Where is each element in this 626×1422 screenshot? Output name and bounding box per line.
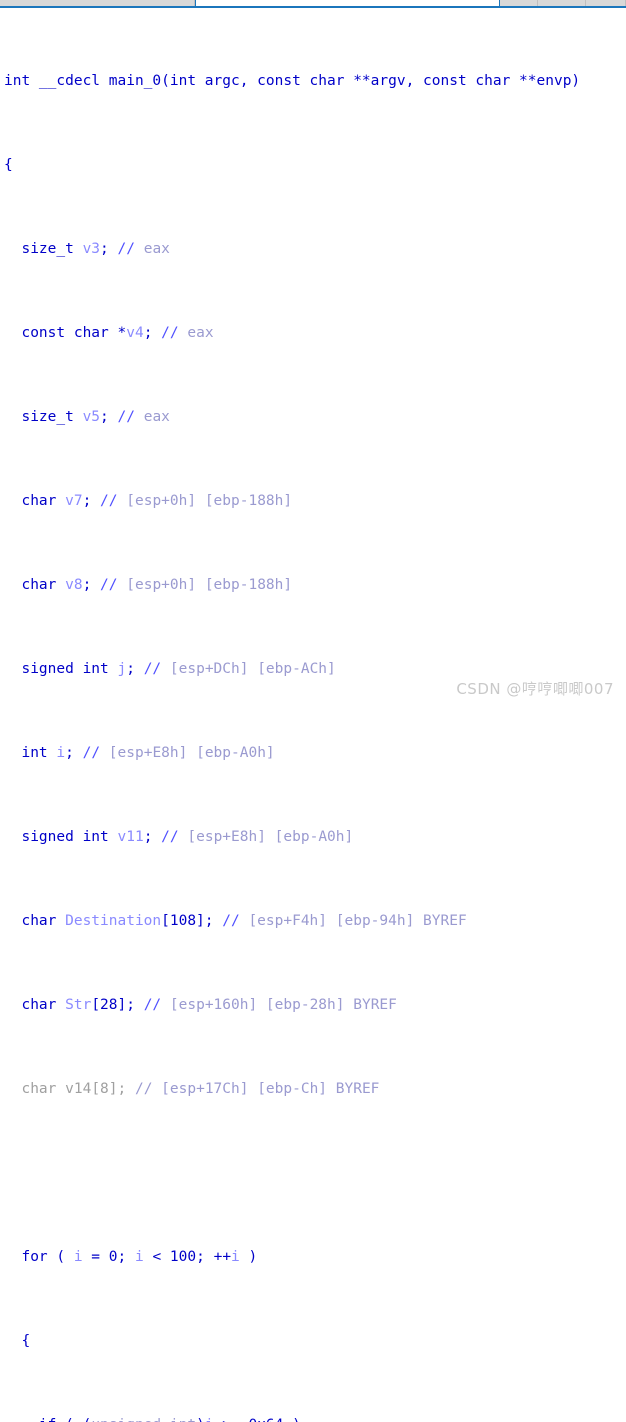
code-line[interactable]: char Destination[108]; // [esp+F4h] [ebp… [0,911,626,932]
code-line[interactable]: char v7; // [esp+0h] [ebp-188h] [0,491,626,512]
tab-4[interactable] [586,0,626,6]
code-line[interactable]: if ( (unsigned int)i >= 0x64 ) [0,1415,626,1422]
code-line[interactable]: { [0,1331,626,1352]
code-text: int __cdecl main_0(int argc, const char … [4,73,580,89]
code-line[interactable]: const char *v4; // eax [0,323,626,344]
tab-2[interactable] [500,0,538,6]
tab-0[interactable] [0,0,195,6]
tab-3[interactable] [538,0,586,6]
code-line[interactable]: char v14[8]; // [esp+17Ch] [ebp-Ch] BYRE… [0,1079,626,1100]
csdn-watermark: CSDN @哼哼唧唧007 [456,678,614,699]
tab-strip[interactable] [0,0,626,8]
code-line[interactable]: char v8; // [esp+0h] [ebp-188h] [0,575,626,596]
code-line[interactable]: for ( i = 0; i < 100; ++i ) [0,1247,626,1268]
code-line-blank[interactable] [0,1163,626,1184]
code-line[interactable]: signed int j; // [esp+DCh] [ebp-ACh] [0,659,626,680]
pseudocode-pane[interactable]: int __cdecl main_0(int argc, const char … [0,8,626,1422]
code-line[interactable]: size_t v5; // eax [0,407,626,428]
code-line[interactable]: signed int v11; // [esp+E8h] [ebp-A0h] [0,827,626,848]
code-line[interactable]: int __cdecl main_0(int argc, const char … [0,71,626,92]
tab-pseudocode-active[interactable] [195,0,500,6]
code-line[interactable]: int i; // [esp+E8h] [ebp-A0h] [0,743,626,764]
code-text: { [4,157,13,173]
code-line[interactable]: char Str[28]; // [esp+160h] [ebp-28h] BY… [0,995,626,1016]
code-line[interactable]: size_t v3; // eax [0,239,626,260]
code-line[interactable]: { [0,155,626,176]
